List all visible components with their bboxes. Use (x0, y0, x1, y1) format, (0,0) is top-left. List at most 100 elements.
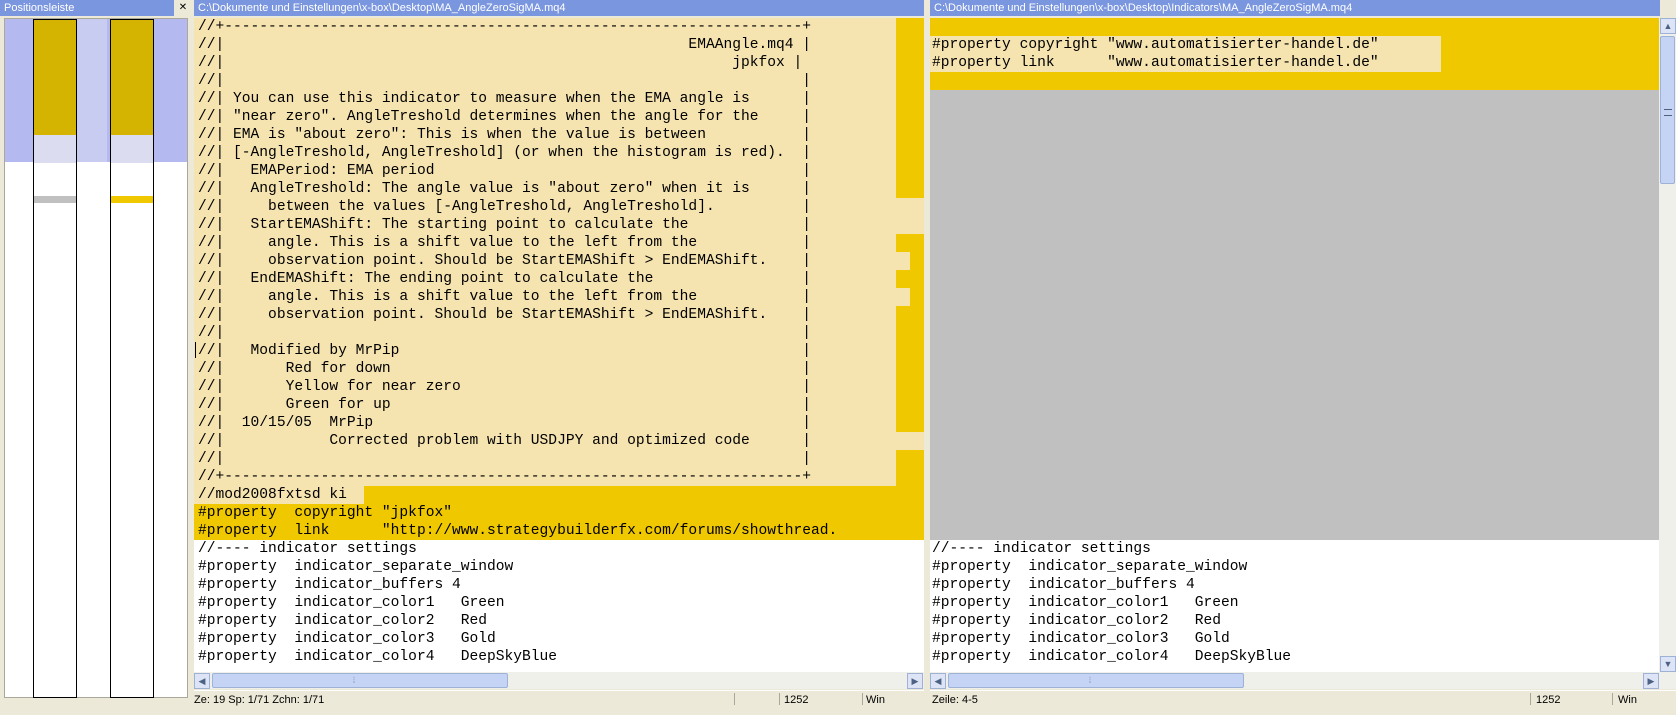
code-line[interactable]: //| Green for up | (198, 396, 837, 414)
code-line[interactable]: #property indicator_color4 DeepSkyBlue (932, 648, 1291, 666)
code-line[interactable]: #property indicator_color3 Gold (198, 630, 837, 648)
right-hscroll-thumb[interactable]: ⦙ (948, 673, 1244, 688)
code-line[interactable] (932, 18, 1379, 36)
code-line[interactable]: //| Modified by MrPip | (198, 342, 837, 360)
overlay-gap (77, 19, 107, 162)
left-file-path: C:\Dokumente und Einstellungen\x-box\Des… (194, 0, 924, 16)
code-line[interactable]: //| 10/15/05 MrPip | (198, 414, 837, 432)
code-line[interactable]: //---- indicator settings (932, 540, 1291, 558)
code-line[interactable]: #property link "http://www.strategybuild… (198, 522, 837, 540)
left-hscrollbar[interactable]: ◀ ⦙ ▶ (194, 672, 924, 689)
right-status-position: Zeile: 4-5 (932, 694, 978, 706)
code-line[interactable]: //| angle. This is a shift value to the … (198, 288, 837, 306)
left-scroll-right-button[interactable]: ▶ (907, 673, 923, 689)
code-line[interactable]: //| observation point. Should be StartEM… (198, 252, 837, 270)
code-line[interactable]: //| AngleTreshold: The angle value is "a… (198, 180, 837, 198)
left-box-notch-2 (896, 252, 910, 270)
code-line[interactable]: #property link "www.automatisierter-hand… (932, 54, 1379, 72)
code-line[interactable]: //| | (198, 450, 837, 468)
code-line[interactable]: #property indicator_color1 Green (932, 594, 1291, 612)
right-file-path: C:\Dokumente und Einstellungen\x-box\Des… (930, 0, 1660, 16)
right-scroll-up-button[interactable]: ▲ (1660, 18, 1676, 34)
code-line[interactable]: //| Yellow for near zero | (198, 378, 837, 396)
left-status-format: Win (866, 694, 885, 706)
right-vscroll-grip-icon (1664, 109, 1672, 116)
right-status-codepage: 1252 (1536, 694, 1561, 706)
left-file-map-highlight (34, 20, 76, 135)
right-status-separator-2 (1612, 693, 1613, 705)
left-hscroll-thumb[interactable]: ⦙ (212, 673, 508, 688)
code-line[interactable]: //| Red for down | (198, 360, 837, 378)
left-file-map (33, 19, 77, 698)
code-line[interactable]: #property indicator_buffers 4 (198, 576, 837, 594)
left-status-separator-2 (779, 693, 780, 705)
code-line[interactable]: //| [-AngleTreshold, AngleTreshold] (or … (198, 144, 837, 162)
left-status-separator-3 (862, 693, 863, 705)
right-hscrollbar[interactable]: ◀ ⦙ ▶ (930, 672, 1676, 689)
position-map[interactable] (4, 18, 188, 698)
code-line[interactable]: #property indicator_color2 Red (932, 612, 1291, 630)
right-status-format: Win (1618, 694, 1637, 706)
code-line[interactable]: #property copyright "www.automatisierter… (932, 36, 1379, 54)
left-hscroll-grip-icon: ⦙ (353, 675, 356, 685)
code-line[interactable]: //| EMAPeriod: EMA period | (198, 162, 837, 180)
right-missing-lines-block (930, 90, 1659, 540)
left-code-lines: //+-------------------------------------… (198, 18, 837, 666)
right-vscroll-thumb[interactable] (1660, 36, 1675, 184)
code-line[interactable]: #property indicator_color4 DeepSkyBlue (198, 648, 837, 666)
code-line[interactable]: //+-------------------------------------… (198, 468, 837, 486)
code-line[interactable]: #property indicator_color1 Green (198, 594, 837, 612)
right-file-map-highlight (111, 20, 153, 135)
left-status-bar: Ze: 19 Sp: 1/71 Zchn: 1/71 1252 Win (194, 690, 924, 708)
code-line[interactable]: //mod2008fxtsd ki (198, 486, 837, 504)
right-file-path-text: C:\Dokumente und Einstellungen\x-box\Des… (934, 2, 1353, 14)
right-code-bottom-lines: //---- indicator settings #property indic… (932, 540, 1291, 666)
left-status-separator-1 (734, 693, 735, 705)
code-line[interactable]: //| jpkfox | (198, 54, 837, 72)
code-line[interactable]: //| StartEMAShift: The starting point to… (198, 216, 837, 234)
left-box-notch-3 (896, 288, 910, 306)
code-line[interactable]: //| EndEMAShift: The ending point to cal… (198, 270, 837, 288)
left-status-codepage: 1252 (784, 694, 809, 706)
code-line[interactable]: //| "near zero". AngleTreshold determine… (198, 108, 837, 126)
code-line[interactable]: #property indicator_color2 Red (198, 612, 837, 630)
code-line[interactable]: //| EMAAngle.mq4 | (198, 36, 837, 54)
right-vscrollbar[interactable]: ▲ ▼ (1659, 18, 1676, 672)
right-status-bar: Zeile: 4-5 1252 Win (930, 690, 1676, 708)
code-line[interactable]: //| | (198, 72, 837, 90)
code-line[interactable]: //| | (198, 324, 837, 342)
code-line[interactable]: //| observation point. Should be StartEM… (198, 306, 837, 324)
left-file-map-light (34, 135, 76, 163)
right-editor-pane: C:\Dokumente und Einstellungen\x-box\Des… (930, 0, 1676, 715)
code-line[interactable]: //| You can use this indicator to measur… (198, 90, 837, 108)
code-line[interactable]: #property indicator_separate_window (932, 558, 1291, 576)
right-scroll-left-button[interactable]: ◀ (930, 673, 946, 689)
position-bar-panel: Positionsleiste ✕ (0, 0, 192, 698)
code-line[interactable]: //| angle. This is a shift value to the … (198, 234, 837, 252)
code-line[interactable]: #property indicator_color3 Gold (932, 630, 1291, 648)
left-scroll-left-button[interactable]: ◀ (194, 673, 210, 689)
right-file-map (110, 19, 154, 698)
right-file-map-light (111, 135, 153, 163)
code-line[interactable]: //| EMA is "about zero": This is when th… (198, 126, 837, 144)
code-line[interactable]: #property indicator_separate_window (198, 558, 837, 576)
close-icon[interactable]: ✕ (176, 0, 190, 16)
left-status-position: Ze: 19 Sp: 1/71 Zchn: 1/71 (194, 694, 325, 706)
code-line[interactable]: #property indicator_buffers 4 (932, 576, 1291, 594)
position-bar-title: Positionsleiste (0, 0, 174, 16)
right-status-separator-1 (1530, 693, 1531, 705)
right-scroll-down-button[interactable]: ▼ (1660, 656, 1676, 672)
code-line[interactable]: //---- indicator settings (198, 540, 837, 558)
right-scroll-right-button[interactable]: ▶ (1643, 673, 1659, 689)
text-caret (195, 342, 196, 358)
code-line[interactable]: //| Corrected problem with USDJPY and op… (198, 432, 837, 450)
right-file-map-diff-mark (111, 196, 153, 203)
code-line[interactable]: #property copyright "jpkfox" (198, 504, 837, 522)
code-line[interactable]: //| between the values [-AngleTreshold, … (198, 198, 837, 216)
code-line[interactable] (932, 72, 1379, 90)
left-code-area[interactable]: //+-------------------------------------… (194, 18, 924, 672)
right-code-area[interactable]: #property copyright "www.automatisierter… (930, 18, 1659, 672)
left-box-notch-1 (896, 198, 924, 234)
left-box-notch-4 (896, 432, 924, 450)
code-line[interactable]: //+-------------------------------------… (198, 18, 837, 36)
